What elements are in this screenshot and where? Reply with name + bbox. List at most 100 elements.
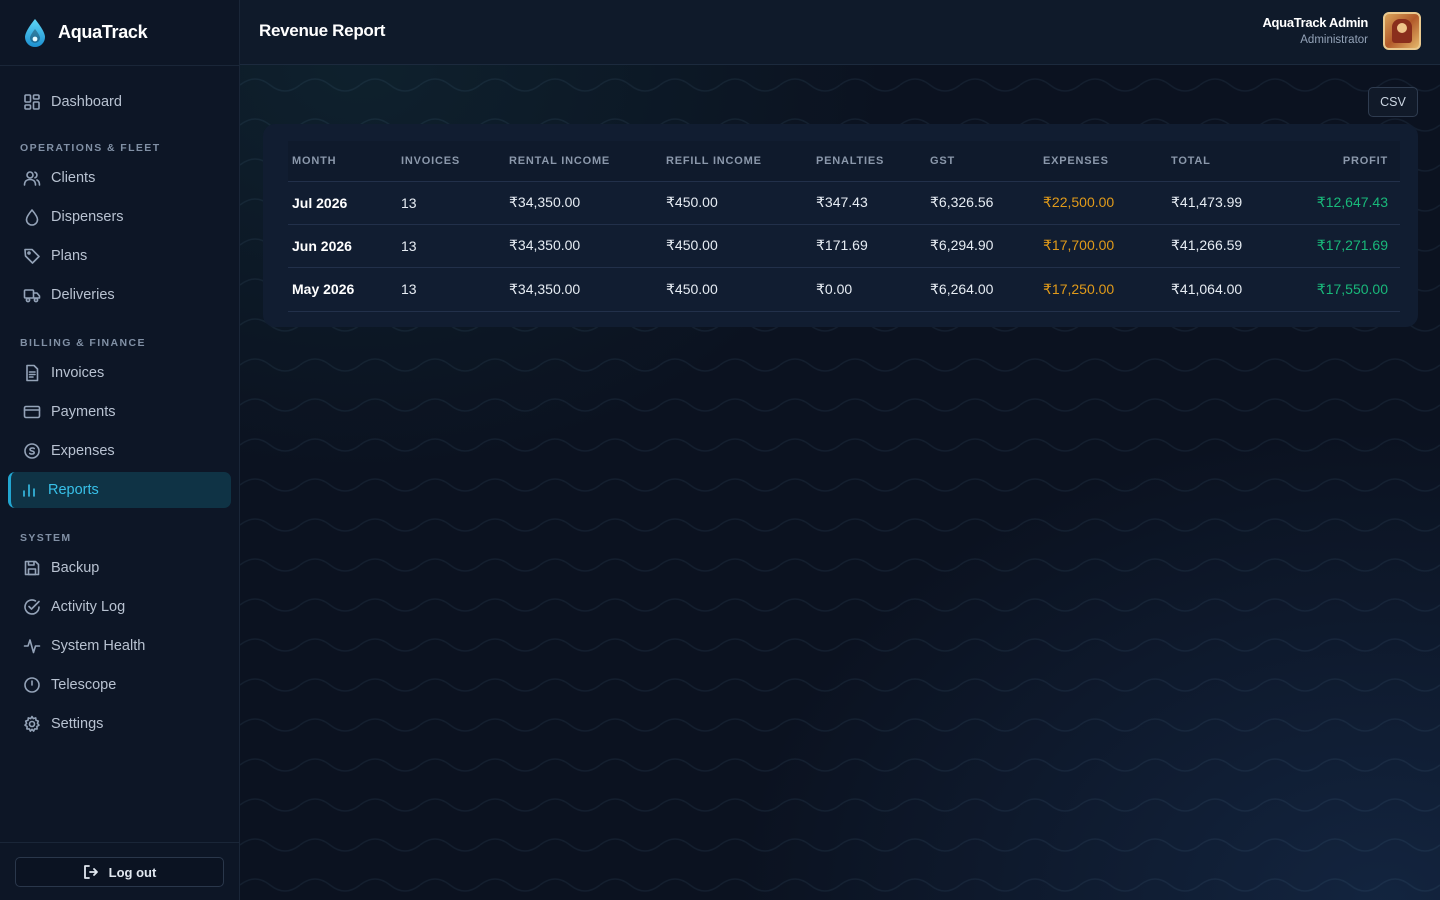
sidebar-item-backup[interactable]: Backup bbox=[8, 550, 231, 586]
sidebar-item-activity-log[interactable]: Activity Log bbox=[8, 589, 231, 625]
cell-penalties: ₹0.00 bbox=[816, 280, 853, 297]
cell-total: ₹41,266.59 bbox=[1171, 237, 1243, 253]
table-header-row: MONTH INVOICES RENTAL INCOME REFILL INCO… bbox=[288, 141, 1400, 182]
grid-icon bbox=[24, 94, 40, 110]
clock-icon bbox=[24, 677, 40, 693]
sidebar-item-clients[interactable]: Clients bbox=[8, 160, 231, 196]
sidebar-item-label: System Health bbox=[51, 638, 146, 654]
sidebar-item-label: Backup bbox=[51, 560, 100, 576]
sidebar-item-label: Dispensers bbox=[51, 209, 124, 225]
pulse-icon bbox=[23, 639, 41, 654]
cell-invoices: 13 bbox=[401, 281, 417, 297]
column-header-penalties[interactable]: PENALTIES bbox=[812, 141, 926, 182]
avatar-face bbox=[1397, 23, 1407, 33]
cell-month: Jul 2026 bbox=[292, 194, 348, 211]
droplet-icon bbox=[25, 209, 39, 226]
brand-name: AquaTrack bbox=[58, 22, 148, 42]
logout-area: Log out bbox=[0, 842, 240, 900]
truck-icon bbox=[23, 289, 41, 303]
cell-gst: ₹6,294.90 bbox=[930, 237, 994, 253]
sidebar-item-dispensers[interactable]: Dispensers bbox=[8, 199, 231, 235]
sidebar-item-label: Telescope bbox=[51, 677, 117, 693]
topbar: Revenue Report AquaTrack Admin Administr… bbox=[240, 0, 1440, 65]
cell-refill-income: ₹450.00 bbox=[666, 280, 718, 297]
main-content: CSV MONTH INVOICES RENTAL INCOME REFILL … bbox=[240, 65, 1440, 900]
sidebar-item-deliveries[interactable]: Deliveries bbox=[8, 277, 231, 313]
column-header-month[interactable]: MONTH bbox=[288, 141, 397, 182]
cell-profit: ₹17,550.00 bbox=[1316, 280, 1388, 297]
users-icon bbox=[23, 171, 41, 186]
table-row[interactable]: Jun 2026 13 ₹34,350.00 ₹450.00 ₹171.69 ₹… bbox=[288, 224, 1400, 267]
coin-icon bbox=[24, 443, 40, 459]
cell-penalties: ₹171.69 bbox=[816, 237, 868, 253]
gear-icon bbox=[24, 715, 40, 732]
cell-invoices: 13 bbox=[401, 237, 417, 254]
water-drop-logo-icon bbox=[25, 18, 45, 47]
page-title: Revenue Report bbox=[259, 21, 386, 40]
sidebar-item-label: Plans bbox=[51, 248, 88, 264]
sidebar-item-dashboard[interactable]: Dashboard bbox=[8, 84, 231, 120]
sidebar-item-label: Settings bbox=[51, 716, 104, 732]
cell-total: ₹41,064.00 bbox=[1171, 280, 1243, 297]
column-header-profit[interactable]: PROFIT bbox=[1287, 141, 1400, 182]
tag-icon bbox=[24, 248, 40, 264]
sidebar-item-reports[interactable]: Reports bbox=[8, 472, 231, 508]
cell-profit: ₹12,647.43 bbox=[1316, 194, 1388, 210]
cell-rental-income: ₹34,350.00 bbox=[509, 194, 581, 210]
sidebar-item-label: Payments bbox=[51, 404, 116, 420]
cell-month: May 2026 bbox=[292, 281, 355, 297]
csv-export-button[interactable]: CSV bbox=[1368, 87, 1418, 117]
section-label-operations: OPERATIONS & FLEET bbox=[20, 142, 161, 154]
section-label-system: SYSTEM bbox=[20, 532, 72, 544]
logout-icon bbox=[83, 865, 98, 879]
user-info[interactable]: AquaTrack Admin Administrator bbox=[1262, 15, 1368, 46]
bar-chart-icon bbox=[23, 484, 35, 497]
check-circle-icon bbox=[24, 599, 40, 615]
sidebar-item-telescope[interactable]: Telescope bbox=[8, 667, 231, 703]
sidebar-item-label: Invoices bbox=[51, 365, 105, 381]
revenue-table: MONTH INVOICES RENTAL INCOME REFILL INCO… bbox=[288, 141, 1400, 312]
logout-label: Log out bbox=[108, 864, 157, 880]
logout-button[interactable]: Log out bbox=[15, 857, 224, 887]
cell-penalties: ₹347.43 bbox=[816, 194, 868, 210]
cell-total: ₹41,473.99 bbox=[1171, 194, 1243, 210]
user-name: AquaTrack Admin bbox=[1262, 15, 1368, 30]
cell-refill-income: ₹450.00 bbox=[666, 237, 718, 253]
sidebar-item-label: Activity Log bbox=[51, 599, 126, 615]
column-header-expenses[interactable]: EXPENSES bbox=[1039, 141, 1167, 182]
column-header-gst[interactable]: GST bbox=[926, 141, 1039, 182]
sidebar-item-label: Expenses bbox=[51, 443, 115, 459]
sidebar-item-payments[interactable]: Payments bbox=[8, 394, 231, 430]
table-row[interactable]: May 2026 13 ₹34,350.00 ₹450.00 ₹0.00 ₹6,… bbox=[288, 267, 1400, 311]
cell-gst: ₹6,326.56 bbox=[930, 194, 994, 210]
cell-rental-income: ₹34,350.00 bbox=[509, 280, 581, 297]
sidebar-item-invoices[interactable]: Invoices bbox=[8, 355, 231, 391]
column-header-refill-income[interactable]: REFILL INCOME bbox=[662, 141, 812, 182]
sidebar-item-system-health[interactable]: System Health bbox=[8, 628, 231, 664]
sidebar-item-label: Reports bbox=[48, 482, 99, 498]
sidebar-item-label: Clients bbox=[51, 170, 96, 186]
sidebar-nav: Dashboard OPERATIONS & FLEET Clients Dis… bbox=[0, 66, 239, 742]
cell-rental-income: ₹34,350.00 bbox=[509, 237, 581, 253]
sidebar-item-plans[interactable]: Plans bbox=[8, 238, 231, 274]
section-label-billing: BILLING & FINANCE bbox=[20, 337, 146, 349]
column-header-rental-income[interactable]: RENTAL INCOME bbox=[505, 141, 662, 182]
revenue-report-card: MONTH INVOICES RENTAL INCOME REFILL INCO… bbox=[263, 124, 1418, 327]
cell-expenses: ₹17,250.00 bbox=[1043, 280, 1115, 297]
cell-expenses: ₹22,500.00 bbox=[1043, 194, 1115, 210]
sidebar-item-settings[interactable]: Settings bbox=[8, 706, 231, 742]
cell-month: Jun 2026 bbox=[292, 237, 352, 254]
brand[interactable]: AquaTrack bbox=[0, 0, 239, 66]
sidebar: AquaTrack Dashboard OPERATIONS & FLEET C… bbox=[0, 0, 240, 900]
cell-refill-income: ₹450.00 bbox=[666, 194, 718, 210]
sidebar-item-label: Deliveries bbox=[51, 287, 115, 303]
column-header-invoices[interactable]: INVOICES bbox=[397, 141, 505, 182]
cell-expenses: ₹17,700.00 bbox=[1043, 237, 1115, 253]
avatar[interactable] bbox=[1383, 12, 1421, 50]
column-header-total[interactable]: TOTAL bbox=[1167, 141, 1287, 182]
card-icon bbox=[23, 405, 41, 419]
user-role: Administrator bbox=[1300, 34, 1368, 46]
cell-profit: ₹17,271.69 bbox=[1316, 237, 1388, 253]
table-row[interactable]: Jul 2026 13 ₹34,350.00 ₹450.00 ₹347.43 ₹… bbox=[288, 181, 1400, 224]
sidebar-item-expenses[interactable]: Expenses bbox=[8, 433, 231, 469]
